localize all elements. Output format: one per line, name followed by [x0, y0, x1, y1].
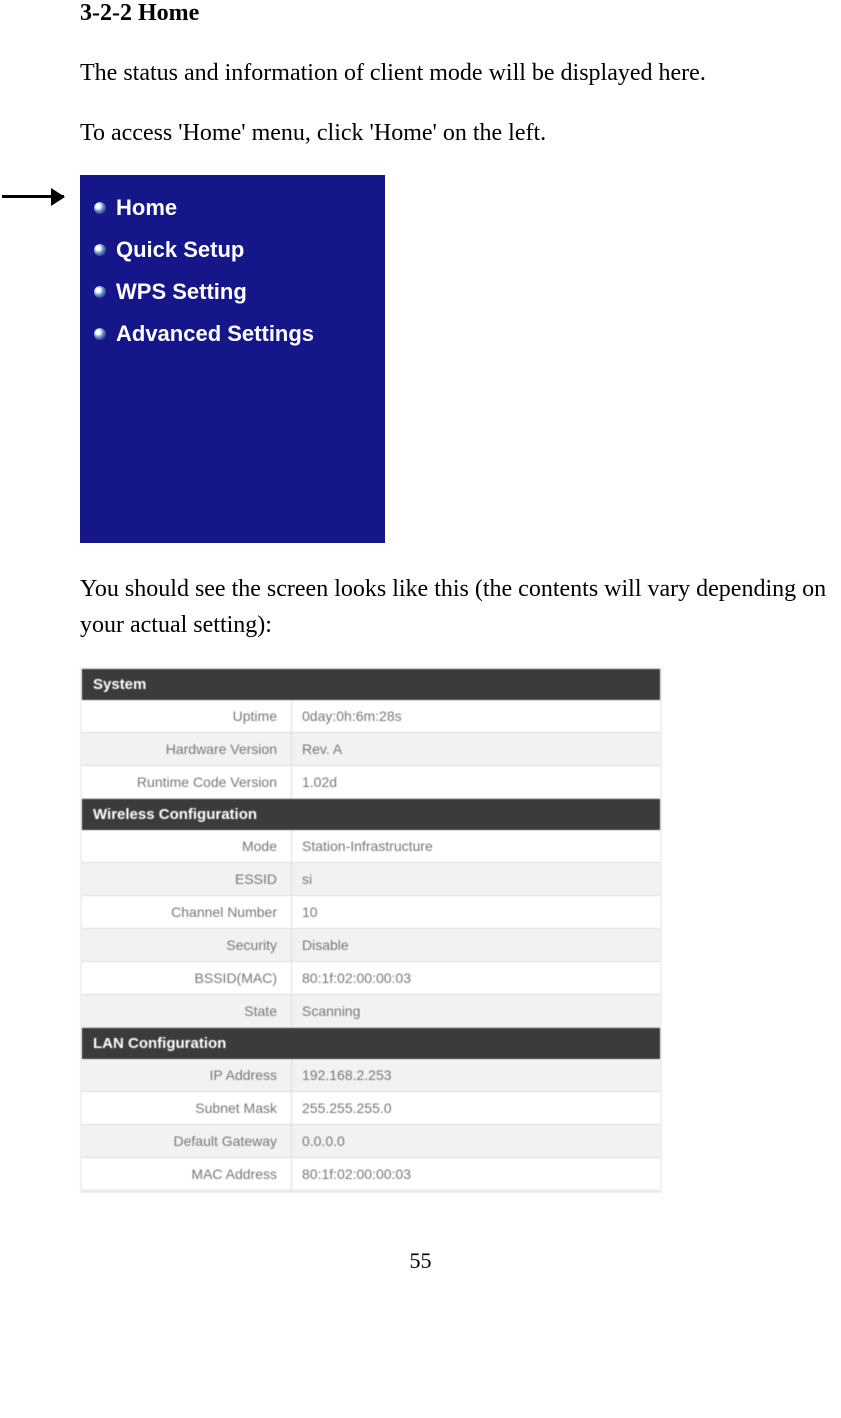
row-label: Security — [82, 929, 292, 961]
row-label: Default Gateway — [82, 1125, 292, 1157]
page-number: 55 — [0, 1248, 841, 1274]
sidebar-item-wps-setting[interactable]: WPS Setting — [90, 271, 375, 313]
status-header-system: System — [82, 669, 660, 700]
table-row: Mode Station-Infrastructure — [82, 830, 660, 863]
menu-figure: Home Quick Setup WPS Setting Advanced Se… — [80, 175, 841, 543]
table-row: Security Disable — [82, 929, 660, 962]
table-row: Subnet Mask 255.255.255.0 — [82, 1092, 660, 1125]
sidebar-item-label: WPS Setting — [116, 279, 247, 305]
sidebar-item-label: Home — [116, 195, 177, 221]
row-label: Runtime Code Version — [82, 766, 292, 798]
table-row: BSSID(MAC) 80:1f:02:00:00:03 — [82, 962, 660, 995]
row-value: 10 — [292, 896, 660, 928]
row-value: 80:1f:02:00:00:03 — [292, 1158, 660, 1190]
row-value: 192.168.2.253 — [292, 1059, 660, 1091]
row-label: IP Address — [82, 1059, 292, 1091]
table-row: ESSID si — [82, 863, 660, 896]
sidebar-menu: Home Quick Setup WPS Setting Advanced Se… — [80, 175, 385, 543]
row-value: Scanning — [292, 995, 660, 1027]
sidebar-item-label: Advanced Settings — [116, 321, 314, 347]
section-heading: 3-2-2 Home — [80, 0, 841, 27]
row-value: si — [292, 863, 660, 895]
status-table: System Uptime 0day:0h:6m:28s Hardware Ve… — [80, 667, 662, 1193]
row-label: ESSID — [82, 863, 292, 895]
bullet-icon — [94, 202, 106, 214]
row-value: 80:1f:02:00:00:03 — [292, 962, 660, 994]
row-value: 255.255.255.0 — [292, 1092, 660, 1124]
table-row: Hardware Version Rev. A — [82, 733, 660, 766]
pointer-arrow-icon — [2, 195, 64, 198]
row-label: Channel Number — [82, 896, 292, 928]
row-value: Station-Infrastructure — [292, 830, 660, 862]
sidebar-item-label: Quick Setup — [116, 237, 244, 263]
row-label: MAC Address — [82, 1158, 292, 1190]
row-value: 0day:0h:6m:28s — [292, 700, 660, 732]
table-row: Runtime Code Version 1.02d — [82, 766, 660, 799]
row-value: 1.02d — [292, 766, 660, 798]
sidebar-item-quick-setup[interactable]: Quick Setup — [90, 229, 375, 271]
row-label: Mode — [82, 830, 292, 862]
paragraph-2: To access 'Home' menu, click 'Home' on t… — [80, 115, 841, 151]
status-header-wireless: Wireless Configuration — [82, 799, 660, 830]
bullet-icon — [94, 244, 106, 256]
bullet-icon — [94, 328, 106, 340]
table-row: Channel Number 10 — [82, 896, 660, 929]
row-label: Subnet Mask — [82, 1092, 292, 1124]
sidebar-item-home[interactable]: Home — [90, 187, 375, 229]
row-label: BSSID(MAC) — [82, 962, 292, 994]
table-row: State Scanning — [82, 995, 660, 1028]
row-value: Rev. A — [292, 733, 660, 765]
status-header-lan: LAN Configuration — [82, 1028, 660, 1059]
bullet-icon — [94, 286, 106, 298]
row-label: State — [82, 995, 292, 1027]
table-row: MAC Address 80:1f:02:00:00:03 — [82, 1158, 660, 1191]
table-row: Default Gateway 0.0.0.0 — [82, 1125, 660, 1158]
row-value: 0.0.0.0 — [292, 1125, 660, 1157]
row-value: Disable — [292, 929, 660, 961]
row-label: Hardware Version — [82, 733, 292, 765]
paragraph-3: You should see the screen looks like thi… — [80, 571, 841, 643]
sidebar-item-advanced-settings[interactable]: Advanced Settings — [90, 313, 375, 355]
table-row: Uptime 0day:0h:6m:28s — [82, 700, 660, 733]
row-label: Uptime — [82, 700, 292, 732]
table-row: IP Address 192.168.2.253 — [82, 1059, 660, 1092]
paragraph-1: The status and information of client mod… — [80, 55, 841, 91]
